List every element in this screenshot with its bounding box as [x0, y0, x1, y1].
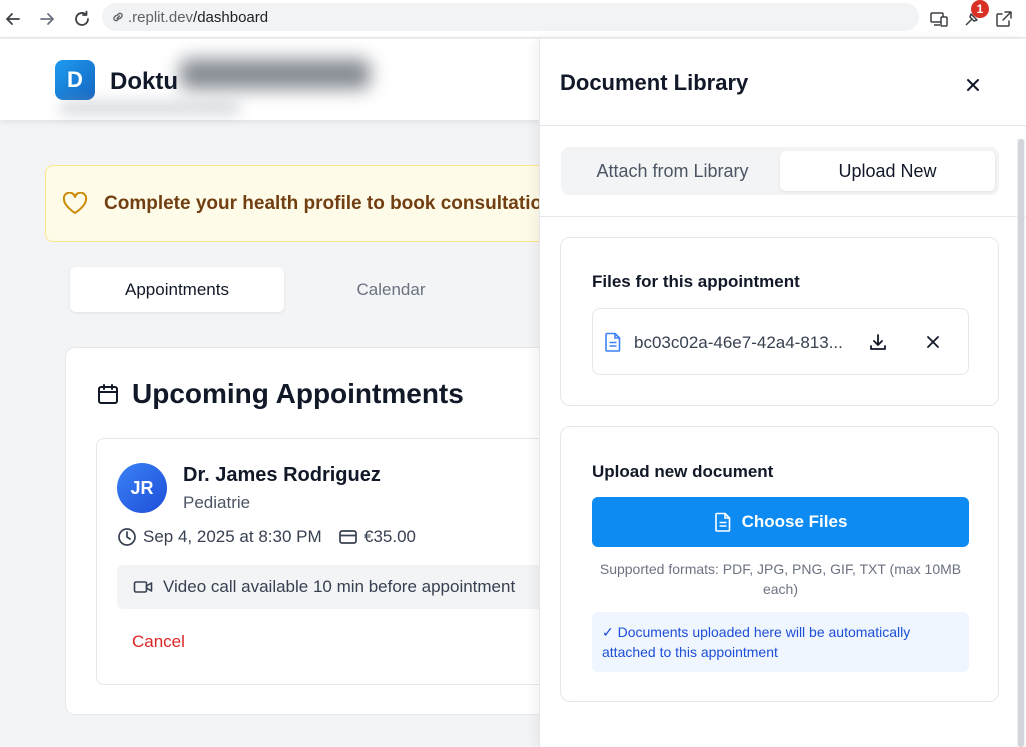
close-icon[interactable]: [960, 72, 986, 98]
auto-attach-info: ✓ Documents uploaded here will be automa…: [592, 612, 969, 672]
cancel-button[interactable]: Cancel: [132, 632, 185, 652]
reload-icon[interactable]: [69, 6, 95, 32]
forward-arrow-icon[interactable]: [34, 6, 60, 32]
profile-banner[interactable]: Complete your health profile to book con…: [45, 165, 565, 242]
url-path: /dashboard: [193, 8, 269, 26]
calendar-icon: [98, 384, 118, 404]
document-library-panel: Document Library Attach from Library Upl…: [539, 39, 1026, 747]
file-name: bc03c02a-46e7-42a4-813...: [634, 333, 843, 352]
dashboard-tabs: Appointments Calendar: [65, 262, 565, 317]
blurred-title: [180, 59, 370, 89]
devices-icon[interactable]: [926, 6, 952, 32]
files-section-title: Files for this appointment: [592, 272, 800, 291]
tab-appointments[interactable]: Appointments: [70, 267, 284, 312]
section-title-text: Upcoming Appointments: [132, 378, 464, 409]
file-icon: [605, 332, 621, 352]
panel-tabs: Attach from Library Upload New: [561, 147, 999, 195]
blurred-subtitle: [60, 101, 240, 115]
files-section: Files for this appointment bc03c02a-46e7…: [560, 237, 999, 406]
upcoming-appointments-card: Upcoming Appointments JR Dr. James Rodri…: [65, 347, 567, 715]
video-call-note: Video call available 10 min before appoi…: [117, 565, 567, 609]
brand-name: Doktu: [110, 68, 178, 95]
browser-toolbar: .replit.dev/dashboard 1: [0, 0, 1026, 38]
video-icon: [133, 581, 153, 593]
panel-title: Document Library: [560, 70, 749, 95]
appointment-price: €35.00: [338, 527, 416, 547]
back-arrow-icon[interactable]: [0, 6, 26, 32]
remove-icon[interactable]: [921, 330, 945, 354]
section-title: Upcoming Appointments: [96, 378, 464, 410]
file-item[interactable]: bc03c02a-46e7-42a4-813...: [592, 308, 969, 375]
appointment-item: JR Dr. James Rodriguez Pediatrie Sep 4, …: [96, 438, 567, 685]
doctor-specialty: Pediatrie: [183, 493, 251, 512]
credit-card-icon: [339, 530, 357, 544]
extension-icon[interactable]: 1: [959, 0, 989, 32]
video-note-text: Video call available 10 min before appoi…: [163, 577, 516, 596]
clock-icon: [118, 528, 136, 546]
open-external-icon[interactable]: [991, 6, 1017, 32]
banner-text: Complete your health profile to book con…: [104, 192, 543, 214]
heart-icon: [62, 191, 88, 214]
download-icon[interactable]: [866, 330, 890, 354]
tab-attach-from-library[interactable]: Attach from Library: [565, 151, 780, 191]
price-text: €35.00: [364, 527, 416, 546]
upload-section-title: Upload new document: [592, 462, 774, 481]
url-domain: .replit.dev: [128, 8, 194, 26]
panel-scrollbar[interactable]: [1017, 139, 1025, 747]
address-bar[interactable]: .replit.dev/dashboard: [102, 3, 919, 31]
datetime-text: Sep 4, 2025 at 8:30 PM: [143, 527, 322, 546]
panel-header: Document Library: [540, 39, 1026, 126]
notification-badge: 1: [971, 0, 989, 18]
app-logo[interactable]: D: [55, 60, 95, 100]
file-icon: [714, 512, 730, 532]
appointment-datetime: Sep 4, 2025 at 8:30 PM: [117, 527, 322, 547]
choose-files-label: Choose Files: [741, 512, 848, 531]
choose-files-button[interactable]: Choose Files: [592, 497, 969, 547]
tab-upload-new[interactable]: Upload New: [780, 151, 995, 191]
supported-formats-text: Supported formats: PDF, JPG, PNG, GIF, T…: [599, 561, 962, 597]
app-header: D Doktu: [0, 39, 540, 120]
scrollbar-thumb[interactable]: [1018, 139, 1024, 747]
panel-tabs-area: Attach from Library Upload New: [540, 127, 1026, 217]
doctor-name: Dr. James Rodriguez: [183, 464, 381, 486]
link-icon: [113, 12, 123, 22]
tab-calendar[interactable]: Calendar: [284, 267, 498, 312]
avatar: JR: [117, 463, 167, 513]
upload-section: Upload new document Choose Files Support…: [560, 426, 999, 702]
